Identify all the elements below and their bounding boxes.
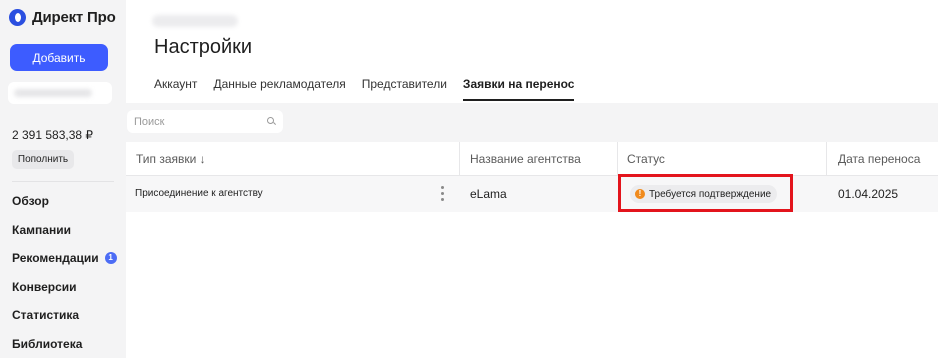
- sidebar-item-label: Библиотека: [12, 336, 83, 351]
- column-header-status[interactable]: Статус: [627, 152, 665, 166]
- column-header-request-type[interactable]: Тип заявки ↓: [136, 152, 206, 166]
- status-text: Требуется подтверждение: [649, 188, 772, 200]
- sidebar-item-library[interactable]: Библиотека: [12, 337, 117, 358]
- search-input[interactable]: [127, 110, 267, 133]
- column-header-transfer-date[interactable]: Дата переноса: [838, 152, 920, 166]
- sidebar-item-campaigns[interactable]: Кампании: [12, 223, 117, 252]
- tab-advertiser-data[interactable]: Данные рекламодателя: [213, 77, 345, 101]
- account-balance: 2 391 583,38 ₽: [12, 128, 94, 142]
- top-up-button[interactable]: Пополнить: [12, 150, 74, 169]
- sidebar-item-conversions[interactable]: Конверсии: [12, 280, 117, 309]
- transfer-requests-table: Тип заявки ↓ Название агентства Статус Д…: [126, 142, 938, 212]
- more-vertical-icon[interactable]: [440, 186, 444, 201]
- transfer-date-cell: 01.04.2025: [838, 187, 899, 201]
- table-header: Тип заявки ↓ Название агентства Статус Д…: [126, 142, 938, 176]
- breadcrumb: [152, 15, 238, 27]
- tab-representatives[interactable]: Представители: [362, 77, 447, 101]
- tab-transfer-requests[interactable]: Заявки на перенос: [462, 77, 575, 101]
- sidebar-item-label: Конверсии: [12, 279, 77, 294]
- settings-tabs: Аккаунт Данные рекламодателя Представите…: [154, 77, 575, 101]
- search-box: [127, 110, 283, 133]
- sidebar-item-statistics[interactable]: Статистика: [12, 308, 117, 337]
- recommendations-count-badge: 1: [104, 252, 117, 264]
- table-row[interactable]: Присоединение к агентству eLama ! Требуе…: [126, 176, 938, 212]
- warning-icon: !: [635, 189, 645, 199]
- sidebar-item-recommendations[interactable]: Рекомендации 1: [12, 251, 117, 280]
- logo-text: Директ Про: [32, 9, 116, 26]
- direct-logo-icon: [9, 9, 26, 26]
- sidebar-item-label: Рекомендации: [12, 251, 99, 265]
- status-badge: ! Требуется подтверждение: [630, 185, 778, 203]
- column-header-agency-name[interactable]: Название агентства: [470, 152, 581, 166]
- sidebar-item-label: Статистика: [12, 308, 80, 322]
- app-logo[interactable]: Директ Про: [9, 9, 116, 26]
- agency-name-cell: eLama: [470, 187, 507, 201]
- sidebar-nav: Обзор Кампании Рекомендации 1 Конверсии С…: [12, 194, 117, 358]
- tab-account[interactable]: Аккаунт: [154, 77, 197, 101]
- search-icon[interactable]: [267, 117, 274, 124]
- sidebar-item-label: Кампании: [12, 222, 71, 237]
- request-type-cell: Присоединение к агентству: [135, 188, 263, 199]
- sidebar: Директ Про Добавить 2 391 583,38 ₽ Попол…: [0, 0, 126, 358]
- page-title: Настройки: [154, 36, 253, 58]
- account-selector[interactable]: [8, 82, 112, 104]
- sidebar-item-overview[interactable]: Обзор: [12, 194, 117, 223]
- sidebar-divider: [12, 181, 114, 182]
- add-button[interactable]: Добавить: [10, 44, 108, 71]
- sidebar-item-label: Обзор: [12, 194, 49, 208]
